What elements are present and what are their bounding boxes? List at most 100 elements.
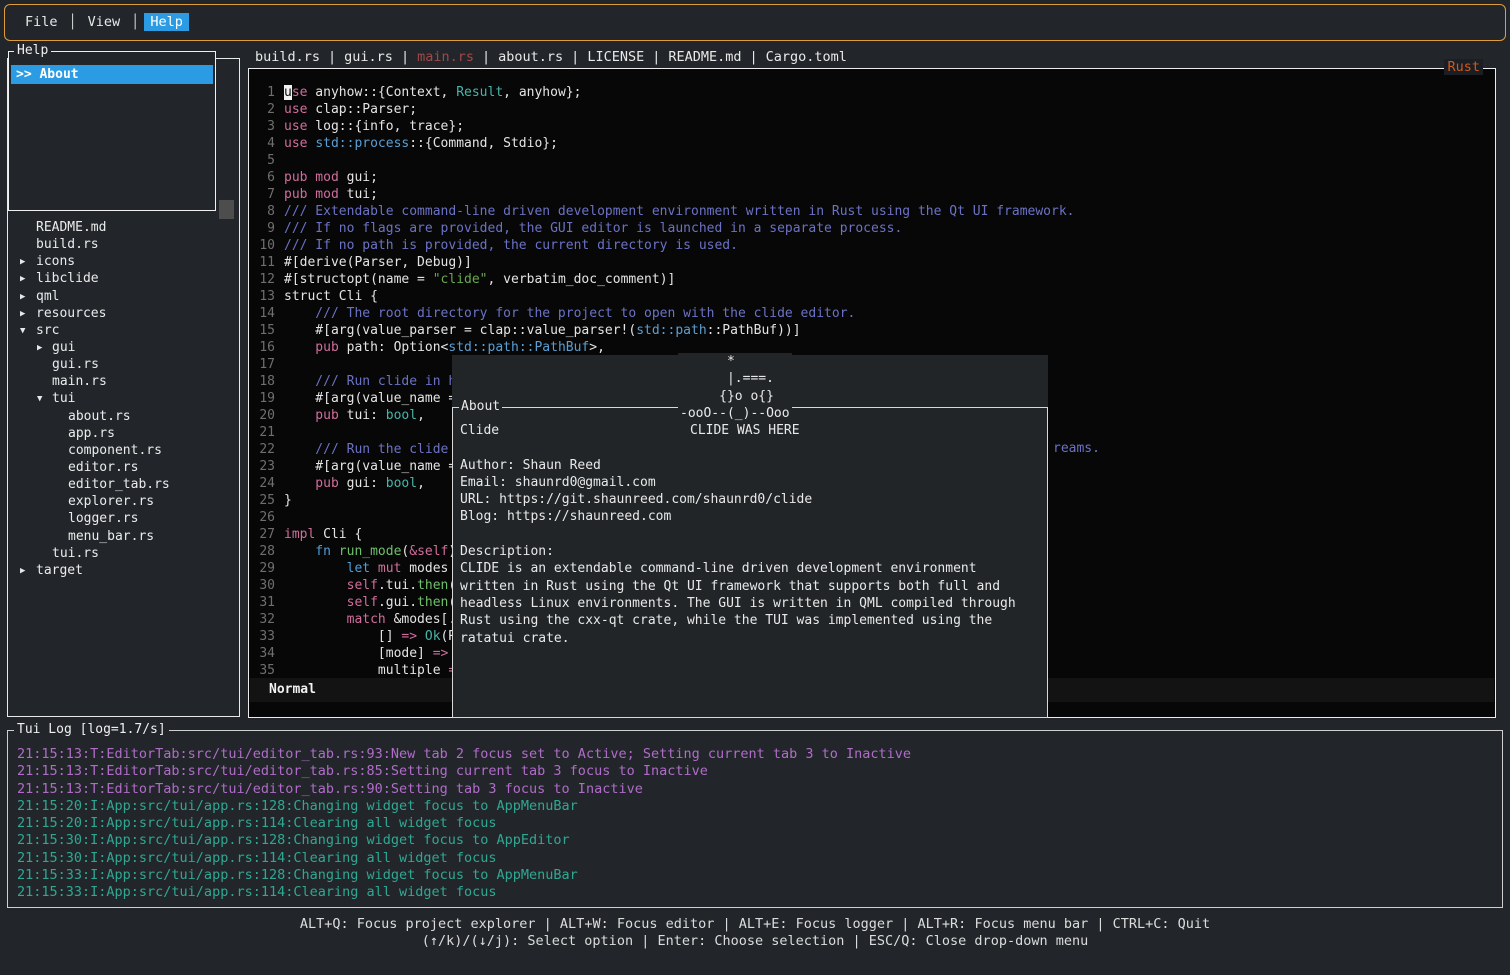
scrollbar-thumb[interactable] [219, 200, 234, 219]
line-number: 4 [253, 135, 275, 152]
about-popup-title: About [459, 399, 502, 414]
file-tree: README.mdbuild.rs▶icons▶libclide▶qml▶res… [8, 220, 238, 580]
about-text-line [460, 526, 1042, 543]
tree-item-label: build.rs [36, 237, 99, 252]
about-text-line: headless Linux environments. The GUI is … [460, 595, 1042, 612]
editor-tab-readme-md[interactable]: README.md [668, 49, 741, 65]
log-entry: 21:15:13:T:EditorTab:src/tui/editor_tab.… [17, 781, 911, 798]
tree-item-component-rs[interactable]: component.rs [8, 443, 238, 460]
line-number: 32 [253, 611, 275, 628]
tree-item-editor-rs[interactable]: editor.rs [8, 460, 238, 477]
code-line[interactable]: 1use anyhow::{Context, Result, anyhow}; [253, 84, 1075, 101]
line-number: 20 [253, 407, 275, 424]
menu-item-help[interactable]: Help [144, 13, 189, 31]
tree-item-label: explorer.rs [68, 494, 154, 509]
line-number: 2 [253, 101, 275, 118]
code-occluded-fragment: reams. [1053, 441, 1100, 456]
menu-separator: │ [69, 14, 77, 30]
about-text-line [460, 439, 1042, 456]
menu-option-about[interactable]: >> About [11, 65, 213, 84]
editor-tab-main-rs[interactable]: main.rs [417, 49, 474, 65]
code-line[interactable]: 12#[structopt(name = "clide", verbatim_d… [253, 271, 1075, 288]
tree-item-gui[interactable]: ▶gui [8, 340, 238, 357]
tree-item-resources[interactable]: ▶resources [8, 306, 238, 323]
editor-tab-license[interactable]: LICENSE [587, 49, 644, 65]
code-line[interactable]: 6pub mod gui; [253, 169, 1075, 186]
tree-item-label: qml [36, 289, 59, 304]
about-text-line: Description: [460, 543, 1042, 560]
log-entry: 21:15:13:T:EditorTab:src/tui/editor_tab.… [17, 746, 911, 763]
line-number: 11 [253, 254, 275, 271]
code-line[interactable]: 2use clap::Parser; [253, 101, 1075, 118]
editor-tab-build-rs[interactable]: build.rs [255, 49, 320, 65]
tree-item-gui-rs[interactable]: gui.rs [8, 357, 238, 374]
editor-tab-gui-rs[interactable]: gui.rs [344, 49, 393, 65]
code-line[interactable]: 14 /// The root directory for the projec… [253, 305, 1075, 322]
line-number: 25 [253, 492, 275, 509]
log-entry: 21:15:33:I:App:src/tui/app.rs:114:Cleari… [17, 884, 911, 901]
code-line[interactable]: 15 #[arg(value_parser = clap::value_pars… [253, 322, 1075, 339]
tree-item-about-rs[interactable]: about.rs [8, 409, 238, 426]
code-line[interactable]: 10/// If no path is provided, the curren… [253, 237, 1075, 254]
tree-item-label: editor.rs [68, 460, 138, 475]
line-number: 15 [253, 322, 275, 339]
log-entry: 21:15:20:I:App:src/tui/app.rs:128:Changi… [17, 798, 911, 815]
about-text-line: URL: https://git.shaunreed.com/shaunrd0/… [460, 491, 1042, 508]
chevron-collapsed-icon: ▶ [20, 274, 25, 284]
tree-item-tui-rs[interactable]: tui.rs [8, 546, 238, 563]
tree-item-src[interactable]: ▼src [8, 323, 238, 340]
log-panel-title: Tui Log [log=1.7/s] [14, 722, 169, 737]
tree-item-target[interactable]: ▶target [8, 563, 238, 580]
tree-item-icons[interactable]: ▶icons [8, 254, 238, 271]
tree-item-qml[interactable]: ▶ qml [8, 289, 238, 306]
code-line[interactable]: 5 [253, 152, 1075, 169]
line-number: 31 [253, 594, 275, 611]
about-popup-box: About Clide CLIDE WAS HERE Author: Shaun… [452, 407, 1048, 718]
shortcut-help-line-2: (↑/k)/(↓/j): Select option | Enter: Choo… [0, 933, 1510, 950]
tree-item-app-rs[interactable]: app.rs [8, 426, 238, 443]
about-text-line: written in Rust using the Qt UI framewor… [460, 578, 1042, 595]
line-number: 24 [253, 475, 275, 492]
chevron-collapsed-icon: ▶ [20, 292, 25, 302]
tree-item-libclide[interactable]: ▶libclide [8, 271, 238, 288]
tree-item-logger-rs[interactable]: logger.rs [8, 511, 238, 528]
tree-item-label: app.rs [68, 426, 115, 441]
code-line[interactable]: 16 pub path: Option<std::path::PathBuf>, [253, 339, 1075, 356]
line-number: 18 [253, 373, 275, 390]
menu-separator: │ [131, 14, 139, 30]
tree-item-main-rs[interactable]: main.rs [8, 374, 238, 391]
about-text-line: Rust using the cxx-qt crate, while the T… [460, 612, 1042, 629]
log-lines: 21:15:13:T:EditorTab:src/tui/editor_tab.… [17, 746, 911, 902]
editor-tab-about-rs[interactable]: about.rs [498, 49, 563, 65]
menu-item-file[interactable]: File [19, 13, 64, 31]
tree-item-tui[interactable]: ▼tui [8, 391, 238, 408]
code-line[interactable]: 8/// Extendable command-line driven deve… [253, 203, 1075, 220]
tree-item-explorer-rs[interactable]: explorer.rs [8, 494, 238, 511]
tree-item-readme-md[interactable]: README.md [8, 220, 238, 237]
tree-item-label: tui.rs [52, 546, 99, 561]
code-line[interactable]: 13struct Cli { [253, 288, 1075, 305]
help-dropdown-menu: Help >> About [8, 51, 216, 211]
code-line[interactable]: 4use std::process::{Command, Stdio}; [253, 135, 1075, 152]
tree-item-label: target [36, 563, 83, 578]
menu-item-view[interactable]: View [82, 13, 127, 31]
code-line[interactable]: 11#[derive(Parser, Debug)] [253, 254, 1075, 271]
about-popup: * |.===. {}o o{} -ooO--(_)--Ooo About Cl… [452, 355, 1048, 718]
line-number: 33 [253, 628, 275, 645]
editor-tab-cargo-toml[interactable]: Cargo.toml [766, 49, 847, 65]
line-number: 28 [253, 543, 275, 560]
chevron-collapsed-icon: ▶ [20, 309, 25, 319]
tab-separator: | [482, 49, 490, 65]
log-entry: 21:15:13:T:EditorTab:src/tui/editor_tab.… [17, 763, 911, 780]
shortcut-help-line-1: ALT+Q: Focus project explorer | ALT+W: F… [0, 916, 1510, 933]
code-line[interactable]: 3use log::{info, trace}; [253, 118, 1075, 135]
line-number: 1 [253, 84, 275, 101]
code-line[interactable]: 9/// If no flags are provided, the GUI e… [253, 220, 1075, 237]
tree-item-editor-tab-rs[interactable]: editor_tab.rs [8, 477, 238, 494]
tree-item-build-rs[interactable]: build.rs [8, 237, 238, 254]
line-number: 17 [253, 356, 275, 373]
tree-item-menu-bar-rs[interactable]: menu_bar.rs [8, 529, 238, 546]
help-dropdown-title: Help [14, 43, 51, 58]
code-line[interactable]: 7pub mod tui; [253, 186, 1075, 203]
line-number: 19 [253, 390, 275, 407]
